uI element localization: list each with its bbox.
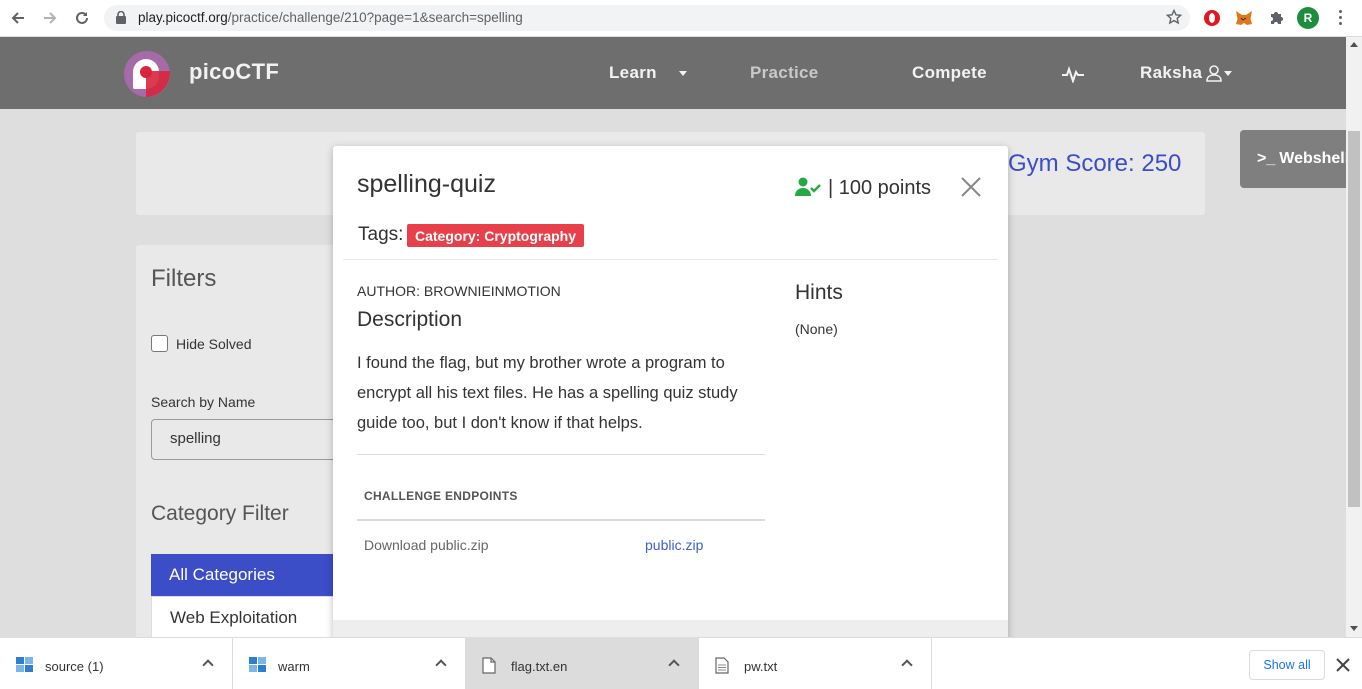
download-name: pw.txt <box>744 659 778 674</box>
picoctf-logo[interactable] <box>124 51 170 97</box>
search-input[interactable]: spelling <box>151 419 351 460</box>
chevron-up-icon[interactable] <box>435 659 447 671</box>
description-text: I found the flag, but my brother wrote a… <box>357 354 738 432</box>
site-navbar: picoCTF Learn Practice Compete Raksha <box>0 37 1346 109</box>
download-item[interactable]: warm <box>233 638 466 689</box>
nav-learn[interactable]: Learn <box>609 63 657 83</box>
challenge-modal: spelling-quiz | 100 points Tags: Categor… <box>333 146 1008 637</box>
download-label: Download public.zip <box>364 537 489 553</box>
chevron-up-icon[interactable] <box>202 659 214 671</box>
close-icon[interactable] <box>960 176 982 198</box>
archive-icon <box>16 657 34 678</box>
filters-title: Filters <box>151 265 217 292</box>
category-badge: Category: Cryptography <box>407 224 585 247</box>
download-item[interactable]: flag.txt.en <box>466 638 699 689</box>
endpoints-heading: CHALLENGE ENDPOINTS <box>364 489 518 503</box>
webshell-label: Webshell <box>1279 150 1350 167</box>
description-heading: Description <box>357 308 463 331</box>
scroll-down-icon[interactable] <box>1350 626 1358 631</box>
browser-toolbar: play.picoctf.org/practice/challenge/210?… <box>0 0 1362 37</box>
extensions-icon[interactable] <box>1266 8 1286 28</box>
scroll-up-icon[interactable] <box>1350 42 1358 47</box>
forward-icon[interactable] <box>39 7 61 29</box>
chevron-up-icon[interactable] <box>668 659 680 671</box>
reload-icon[interactable] <box>71 7 93 29</box>
challenge-points: | 100 points <box>828 177 932 199</box>
nav-compete[interactable]: Compete <box>912 63 987 83</box>
metamask-icon[interactable] <box>1234 8 1254 28</box>
page-content: picoCTF Learn Practice Compete Raksha Gy… <box>0 37 1346 637</box>
url-text: play.picoctf.org/practice/challenge/210?… <box>138 10 523 25</box>
download-name: flag.txt.en <box>511 659 568 674</box>
back-icon[interactable] <box>7 7 29 29</box>
gym-score: Gym Score: 250 <box>1008 150 1182 177</box>
hide-solved-checkbox[interactable] <box>151 335 168 352</box>
challenge-title: spelling-quiz <box>357 170 496 198</box>
download-name: source (1) <box>45 659 104 674</box>
file-icon <box>482 657 496 679</box>
url-host: play.picoctf.org <box>138 10 228 25</box>
webshell-button[interactable]: >_ Webshell <box>1240 130 1362 188</box>
star-icon[interactable] <box>1165 8 1183 30</box>
menu-icon[interactable] <box>1332 9 1348 27</box>
chevron-down-icon[interactable] <box>679 71 687 76</box>
category-filter-title: Category Filter <box>151 502 289 525</box>
user-icon[interactable] <box>1206 64 1222 87</box>
modal-divider <box>343 259 998 260</box>
logo-accent <box>146 71 170 97</box>
profile-avatar[interactable]: R <box>1297 7 1319 29</box>
solved-user-icon <box>795 177 821 202</box>
hints-value: (None) <box>795 321 838 337</box>
archive-icon <box>249 657 267 678</box>
close-icon[interactable] <box>1336 658 1350 672</box>
endpoints-divider <box>357 519 765 521</box>
nav-user[interactable]: Raksha <box>1140 63 1202 83</box>
address-bar[interactable]: play.picoctf.org/practice/challenge/210?… <box>104 5 1190 31</box>
category-web-exploitation[interactable]: Web Exploitation <box>151 596 351 637</box>
category-all[interactable]: All Categories <box>151 554 351 596</box>
downloads-bar: source (1) warm flag.txt.en pw.txt Show … <box>0 637 1362 689</box>
show-all-button[interactable]: Show all <box>1249 650 1325 680</box>
challenge-author: AUTHOR: BROWNIEINMOTION <box>357 283 561 299</box>
download-name: warm <box>278 659 310 674</box>
search-label: Search by Name <box>151 394 256 410</box>
download-item[interactable]: pw.txt <box>699 638 932 689</box>
download-link[interactable]: public.zip <box>645 537 703 553</box>
text-file-icon <box>715 657 729 679</box>
nav-practice[interactable]: Practice <box>750 63 819 83</box>
download-item[interactable]: source (1) <box>0 638 233 689</box>
hide-solved-label[interactable]: Hide Solved <box>176 336 252 352</box>
opera-icon[interactable] <box>1202 8 1222 28</box>
brand-name[interactable]: picoCTF <box>189 59 279 85</box>
terminal-icon: >_ <box>1257 150 1276 167</box>
description-divider <box>357 454 765 455</box>
url-path: /practice/challenge/210?page=1&search=sp… <box>227 10 523 25</box>
user-chevron-icon[interactable] <box>1224 71 1232 76</box>
scrollbar-thumb[interactable] <box>1348 131 1360 507</box>
modal-footer <box>333 620 1008 637</box>
lock-icon <box>116 10 126 29</box>
activity-icon[interactable] <box>1062 65 1084 88</box>
tags-label: Tags: <box>358 224 404 245</box>
hints-heading: Hints <box>795 281 843 304</box>
chevron-up-icon[interactable] <box>901 659 913 671</box>
